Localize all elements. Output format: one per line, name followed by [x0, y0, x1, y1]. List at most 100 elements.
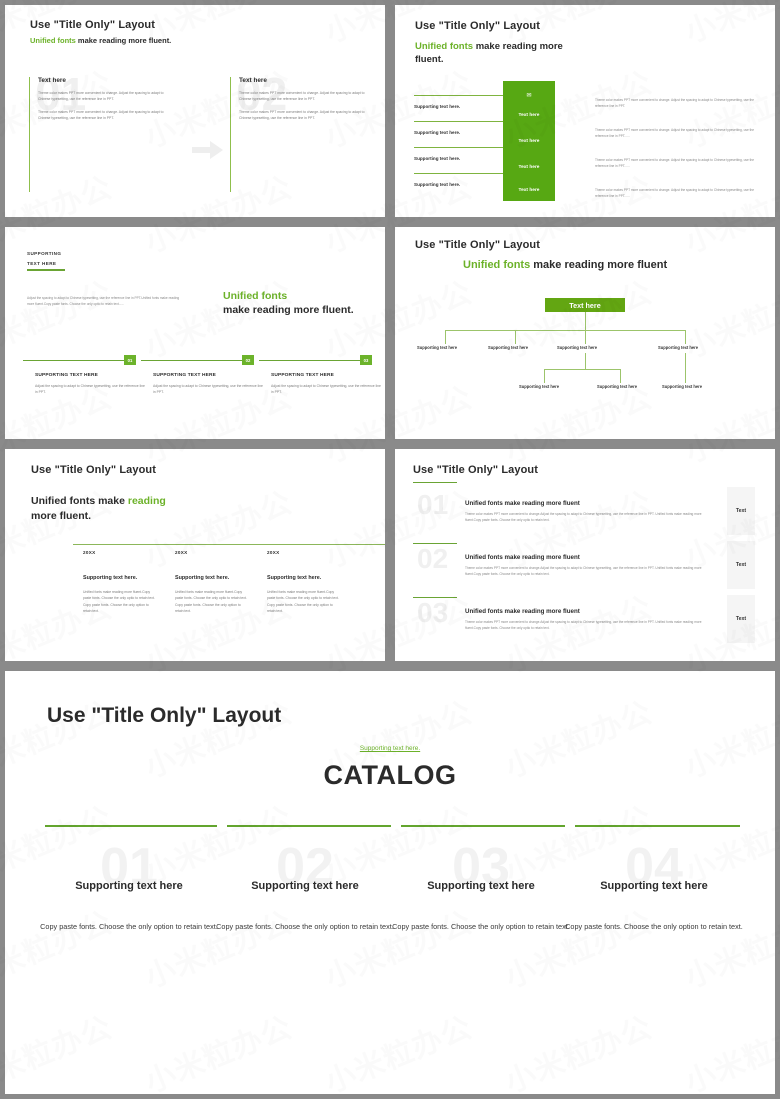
slide-7-supporting-text[interactable]: Supporting text here. — [5, 745, 775, 752]
slide-4-headline-rest: make reading more fluent — [530, 259, 668, 271]
slide-7-column-4[interactable]: 04 Supporting text here Copy paste fonts… — [565, 841, 743, 933]
slide-3-item-1-paragraph: Adjust the spacing to adapt to Chinese t… — [35, 384, 145, 395]
slide-3-timeline-track-1: 01 — [23, 355, 136, 367]
slide-3-timeline-badge-2[interactable]: 02 — [242, 355, 254, 365]
slide-2-title: Use "Title Only" Layout — [415, 20, 540, 32]
slide-7-paragraph-1: Copy paste fonts. Choose the only option… — [40, 921, 218, 931]
tree-connector — [584, 312, 586, 330]
slide-3[interactable]: SUPPORTING TEXT HERE Adjust the spacing … — [5, 227, 385, 439]
slide-6[interactable]: Use "Title Only" Layout 01 Unified fonts… — [395, 449, 775, 661]
list-item[interactable]: Supporting text here. — [414, 121, 504, 147]
slide-7-paragraph-2: Copy paste fonts. Choose the only option… — [216, 921, 394, 931]
slide-4-level1-node-3[interactable]: Supporting text here — [557, 345, 597, 350]
slide-7[interactable]: Use "Title Only" Layout Supporting text … — [5, 671, 775, 1094]
slide-5-headline-part-1: Unified fonts make — [31, 495, 128, 507]
frame-border-left — [0, 0, 5, 1099]
slide-5-heading-1: Supporting text here. — [83, 575, 138, 581]
slide-4-headline-green: Unified fonts — [463, 259, 531, 271]
slide-3-item-3-paragraph: Adjust the spacing to adapt to Chinese t… — [271, 384, 381, 395]
tree-connector — [544, 369, 621, 370]
slide-3-timeline-badge-3[interactable]: 03 — [360, 355, 372, 365]
slide-6-row-1[interactable]: 01 Unified fonts make reading more fluen… — [395, 487, 775, 541]
frame-border-bottom — [0, 1094, 780, 1099]
slide-1-column-1-paragraph-1: Theme color makes PPT more convenient to… — [38, 91, 164, 102]
slide-2-left-item-2: Supporting text here. — [414, 130, 461, 135]
slide-4-level1-node-1[interactable]: Supporting text here — [417, 345, 457, 350]
envelope-icon: ✉ — [526, 93, 532, 99]
slide-7-column-3[interactable]: 03 Supporting text here Copy paste fonts… — [392, 841, 570, 933]
slide-4-level2-node-1[interactable]: Supporting text here — [519, 384, 559, 389]
slide-6-row-1-paragraph: Theme color makes PPT more convenient to… — [465, 512, 702, 523]
slide-4-headline: Unified fonts make reading more fluent — [463, 259, 667, 271]
slide-7-catalog-heading: CATALOG — [323, 760, 457, 790]
slide-3-item-2-heading: SUPPORTING TEXT HERE — [153, 373, 216, 378]
divider — [414, 95, 504, 96]
slide-2-green-item-2[interactable]: Text here — [503, 139, 555, 144]
slide-7-column-2[interactable]: 02 Supporting text here Copy paste fonts… — [216, 841, 394, 933]
divider — [259, 360, 360, 362]
slide-1-column-2: Text here Theme color makes PPT more con… — [230, 77, 372, 121]
slide-4-level2-node-3[interactable]: Supporting text here — [662, 384, 702, 389]
list-item[interactable]: Supporting text here. — [414, 95, 504, 121]
slide-6-row-1-heading: Unified fonts make reading more fluent — [465, 500, 580, 507]
slide-6-row-2[interactable]: 02 Unified fonts make reading more fluen… — [395, 541, 775, 595]
slide-1-column-1-paragraph-2: Theme color makes PPT more convenient to… — [38, 109, 164, 120]
grid-divider-col-1 — [385, 0, 395, 661]
slide-5-headline-part-2: more fluent. — [31, 510, 92, 523]
slide-5-year-1: 20XX — [83, 550, 96, 555]
slide-5-paragraph-2: Unified fonts make reading more fluent.C… — [175, 590, 247, 613]
slide-5-headline: Unified fonts make reading more fluent. — [31, 494, 166, 524]
slide-2-green-item-1[interactable]: Text here — [503, 113, 555, 118]
slide-6-title-underline — [413, 482, 457, 484]
slide-3-item-1: SUPPORTING TEXT HERE Adjust the spacing … — [35, 373, 145, 396]
slide-2-green-panel[interactable]: ✉ Text here Text here Text here Text her… — [503, 81, 555, 201]
slide-2-subtitle-green: Unified fonts — [415, 41, 474, 52]
slide-4[interactable]: Use "Title Only" Layout Unified fonts ma… — [395, 227, 775, 439]
slide-3-timeline-track-2: 02 — [141, 355, 254, 367]
slide-2-subtitle: Unified fonts make reading more fluent. — [415, 41, 590, 67]
slide-3-item-2-paragraph: Adjust the spacing to adapt to Chinese t… — [153, 384, 263, 395]
list-item[interactable]: Supporting text here. — [414, 147, 504, 173]
slide-7-heading-4: Supporting text here — [600, 880, 708, 892]
slide-3-item-3-heading: SUPPORTING TEXT HERE — [271, 373, 334, 378]
slide-6-row-1-badge[interactable]: Text — [727, 487, 755, 535]
slide-1-column-1-heading: Text here — [38, 77, 66, 84]
tree-connector — [685, 330, 686, 344]
slide-2-left-item-1: Supporting text here. — [414, 104, 461, 109]
slide-2-right-item-4: Theme color makes PPT more convenient to… — [595, 188, 755, 199]
slide-5-divider — [73, 544, 385, 546]
slide-3-headline-green: Unified fonts — [223, 290, 288, 302]
slide-1[interactable]: Use "Title Only" Layout Unified fonts ma… — [5, 5, 385, 217]
slide-5-heading-2: Supporting text here. — [175, 575, 230, 581]
slide-1-subtitle-green: Unified fonts — [30, 36, 76, 45]
slide-4-root-node[interactable]: Text here — [545, 298, 625, 312]
slide-6-row-3-heading: Unified fonts make reading more fluent — [465, 608, 580, 615]
list-item[interactable]: Supporting text here. — [414, 173, 504, 199]
slide-6-row-3[interactable]: 03 Unified fonts make reading more fluen… — [395, 595, 775, 649]
slide-3-section-label: SUPPORTING TEXT HERE — [27, 249, 61, 268]
slide-2-green-item-4[interactable]: Text here — [503, 188, 555, 193]
slide-7-column-1[interactable]: 01 Supporting text here Copy paste fonts… — [40, 841, 218, 933]
slide-5[interactable]: Use "Title Only" Layout Unified fonts ma… — [5, 449, 385, 661]
slide-2[interactable]: Use "Title Only" Layout Unified fonts ma… — [395, 5, 775, 217]
slide-3-timeline-badge-1[interactable]: 01 — [124, 355, 136, 365]
slide-7-rule-4 — [575, 825, 740, 827]
tree-connector — [584, 330, 586, 344]
slide-5-paragraph-1: Unified fonts make reading more fluent.C… — [83, 590, 155, 613]
frame-border-right — [775, 0, 780, 1099]
slide-2-green-item-3[interactable]: Text here — [503, 165, 555, 170]
divider — [141, 360, 242, 362]
tree-connector — [445, 330, 685, 331]
slide-1-subtitle-rest: make reading more fluent. — [75, 36, 172, 45]
slide-2-left-item-4: Supporting text here. — [414, 182, 461, 187]
slide-3-paragraph: Adjust the spacing to adapt to Chinese t… — [27, 296, 180, 307]
slide-4-level2-node-2[interactable]: Supporting text here — [597, 384, 637, 389]
slide-4-level1-node-2[interactable]: Supporting text here — [488, 345, 528, 350]
slide-6-row-3-badge[interactable]: Text — [727, 595, 755, 643]
slide-4-level1-node-4[interactable]: Supporting text here — [658, 345, 698, 350]
divider — [23, 360, 124, 362]
slide-4-title: Use "Title Only" Layout — [415, 239, 540, 251]
slide-5-paragraph-3: Unified fonts make reading more fluent.C… — [267, 590, 339, 613]
slide-5-year-3: 20XX — [267, 550, 280, 555]
slide-6-row-2-badge[interactable]: Text — [727, 541, 755, 589]
